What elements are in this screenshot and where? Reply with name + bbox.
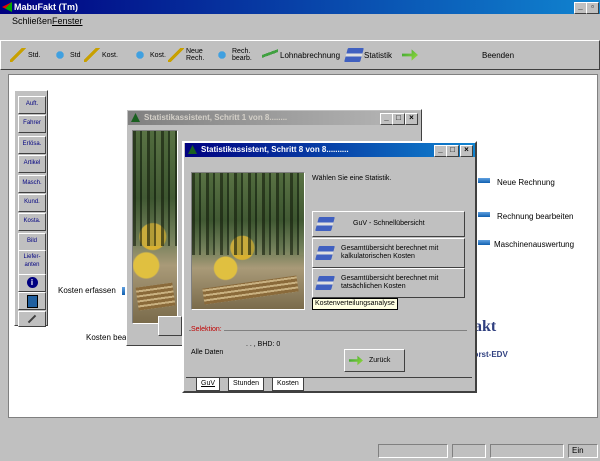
rechnung-bearbeiten-icon: [478, 212, 490, 217]
tools-icon: [27, 314, 37, 324]
dialog-step8-title: Statistikassistent, Schritt 8 von 8.....…: [201, 145, 349, 154]
tab-guv[interactable]: GuV: [196, 378, 221, 391]
statistics-icon: [344, 48, 364, 62]
dialog-step8-maximize[interactable]: □: [446, 145, 459, 157]
gesamtuebersicht-kalkulatorisch-button[interactable]: Gesamtübersicht berechnet mit kalkulator…: [312, 238, 465, 268]
status-ein: Ein: [572, 446, 584, 455]
tooltip: Kostenverteilungsanalyse: [312, 298, 398, 310]
wrench-icon: [84, 48, 100, 62]
zurueck-button[interactable]: Zurück: [344, 349, 405, 372]
sidebar-item-artikel[interactable]: Artikel: [18, 155, 46, 173]
menu-fenster[interactable]: Fenster: [52, 14, 83, 28]
neue-rech-button[interactable]: Neue Rech.: [168, 44, 208, 66]
statistics-icon: [315, 217, 335, 231]
dialog-step1-titlebar: Statistikassistent, Schritt 1 von 8.....…: [128, 111, 420, 125]
dialog-step1-maximize[interactable]: □: [392, 113, 405, 125]
brand-text: akt: [474, 318, 497, 335]
sidebar-item-bild[interactable]: Bild: [18, 233, 46, 251]
wrench-icon: [168, 48, 184, 62]
zoom-icon: [214, 48, 230, 62]
dialog-step1-photo: [132, 130, 178, 324]
dialog-step1-title: Statistikassistent, Schritt 1 von 8.....…: [144, 113, 288, 122]
calculator-button[interactable]: [18, 292, 46, 310]
selektion-dots: . . , BHD: 0: [246, 341, 281, 348]
tab-kosten[interactable]: Kosten: [272, 378, 304, 391]
kost-button-1[interactable]: Kost.: [84, 44, 118, 66]
status-panel-1: [378, 444, 448, 458]
arrow-button[interactable]: [402, 44, 418, 66]
rech-bearb-button[interactable]: Rech. bearb.: [214, 44, 254, 66]
rechnung-bearbeiten-label[interactable]: Rechnung bearbeiten: [497, 212, 574, 221]
sidebar-item-masch[interactable]: Masch.: [18, 175, 46, 193]
menu-bar: Schließen Fenster: [0, 14, 600, 28]
tree-icon: [131, 113, 140, 122]
dialog-step8-titlebar: Statistikassistent, Schritt 8 von 8.....…: [185, 143, 475, 157]
app-titlebar: MabuFakt (Tm) _ ▫: [0, 0, 600, 14]
selektion-value: Alle Daten: [191, 349, 224, 356]
dialog-step1-close[interactable]: ×: [405, 113, 418, 125]
maschinenauswertung-icon: [478, 240, 490, 245]
guv-schnelluebersicht-button[interactable]: GuV - Schnellübersicht: [312, 211, 465, 237]
lohnabrechnung-button[interactable]: Lohnabrechnung: [262, 44, 340, 66]
calculator-icon: [26, 295, 38, 308]
statistics-icon: [315, 246, 335, 260]
std-button-2[interactable]: Std: [52, 44, 81, 66]
selektion-label: Selektion:: [191, 326, 224, 333]
dialog-step8-photo: [191, 172, 305, 310]
kosten-erfassen-icon: [122, 287, 125, 295]
tree-icon: [188, 145, 197, 154]
maximize-button[interactable]: ▫: [586, 2, 599, 14]
lightning-icon: [262, 48, 278, 62]
sidebar-item-lieferanten[interactable]: Liefer-anten: [18, 250, 46, 276]
kosten-erfassen-label[interactable]: Kosten erfassen: [58, 286, 116, 295]
sidebar-item-auft[interactable]: Auft.: [18, 96, 46, 114]
zoom-icon: [52, 48, 68, 62]
sidebar-item-erloesa[interactable]: Erlösa.: [18, 136, 46, 154]
dialog-prompt: Wählen Sie eine Statistik.: [312, 175, 392, 182]
menu-schliessen[interactable]: Schließen: [12, 14, 52, 28]
sidebar-item-kund[interactable]: Kund.: [18, 194, 46, 212]
status-bar: Ein: [0, 442, 600, 461]
tab-stunden[interactable]: Stunden: [228, 378, 265, 391]
selektion-group: [189, 330, 467, 374]
maschinenauswertung-label[interactable]: Maschinenauswertung: [494, 240, 574, 249]
tools-button[interactable]: [18, 311, 46, 327]
sidebar-item-fahrer[interactable]: Fahrer: [18, 115, 46, 133]
statistik-button[interactable]: Statistik: [344, 44, 392, 66]
gesamtuebersicht-tatsaechlich-button[interactable]: Gesamtübersicht berechnet mit tatsächlic…: [312, 268, 465, 298]
status-panel-ein: Ein: [568, 444, 598, 458]
neue-rechnung-icon: [478, 178, 490, 183]
zoom-icon: [132, 48, 148, 62]
info-button[interactable]: i: [18, 274, 46, 292]
wrench-icon: [10, 48, 26, 62]
status-panel-3: [490, 444, 564, 458]
dialog-step1-button-edge: [158, 316, 182, 336]
sidebar-item-kosta[interactable]: Kosta.: [18, 213, 46, 231]
kost-button-2[interactable]: Kost.: [132, 44, 166, 66]
app-logo-icon: [2, 2, 12, 12]
app-title: MabuFakt (Tm): [14, 2, 78, 12]
info-icon: i: [26, 277, 38, 288]
std-button-1[interactable]: Std.: [10, 44, 40, 66]
arrow-icon: [402, 49, 418, 61]
neue-rechnung-label[interactable]: Neue Rechnung: [497, 178, 555, 187]
status-panel-2: [452, 444, 486, 458]
back-arrow-icon: [349, 355, 363, 366]
statistics-icon: [315, 276, 335, 290]
dialog-step8-close[interactable]: ×: [460, 145, 473, 157]
kosten-bea-label[interactable]: Kosten bea: [86, 333, 126, 342]
beenden-button[interactable]: Beenden: [482, 44, 514, 66]
